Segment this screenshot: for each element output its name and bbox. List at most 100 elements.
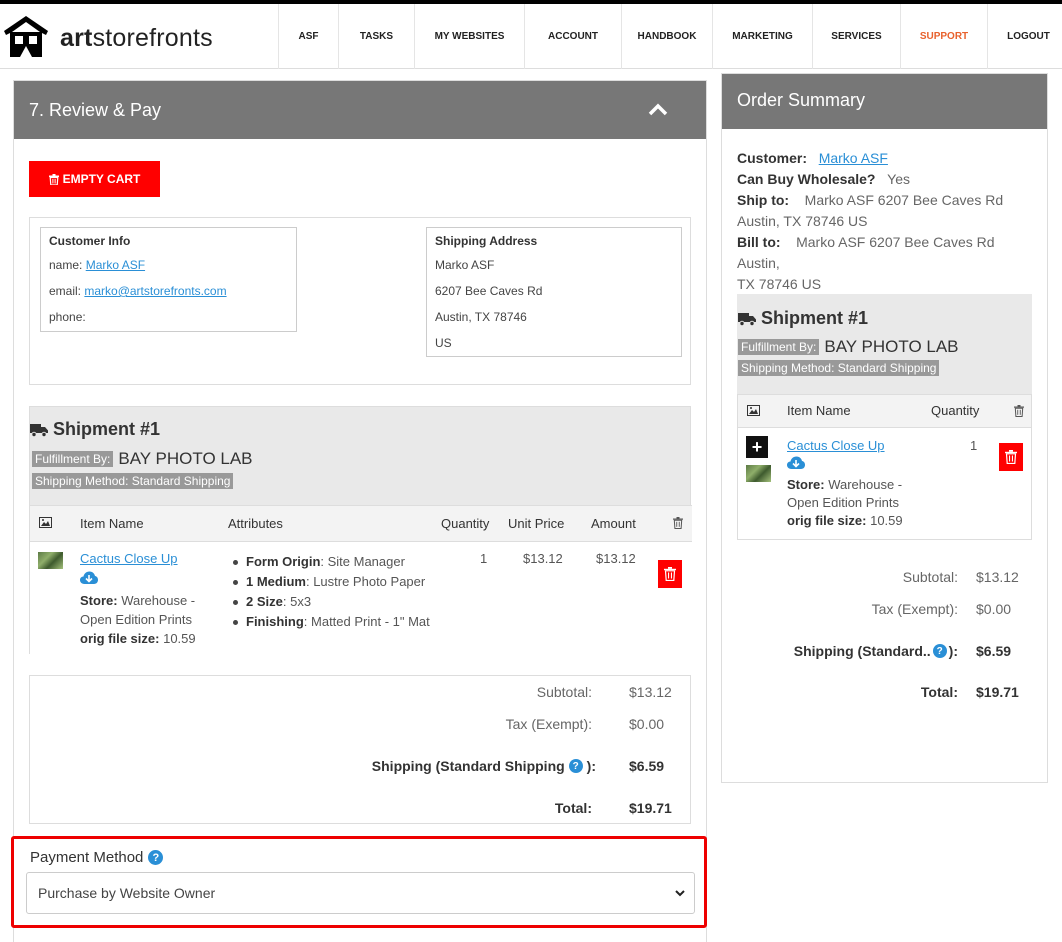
summary-items-table: Item Name Quantity + Cactus Close Up 1 S… [737,394,1032,540]
summary-shipment-section: Shipment #1 Fulfillment By: BAY PHOTO LA… [737,294,1032,540]
attribute-value: : Lustre Photo Paper [305,574,426,589]
fulfillment-badge: Fulfillment By: [32,451,114,467]
brand-logo[interactable]: artstorefronts [0,10,220,65]
help-icon[interactable]: ? [932,644,947,658]
chevron-down-icon [675,890,685,897]
store-name: Warehouse - [121,593,196,608]
nav-item-asf[interactable]: ASF [278,4,338,69]
summary-tax-label: Tax (Exempt): [871,601,958,617]
trash-icon [673,517,683,529]
summary-store-name-cont: Open Edition Prints [787,495,900,510]
summary-items-table-header: Item Name Quantity [738,395,1031,428]
product-details: Store: Warehouse - Open Edition Prints o… [80,591,196,648]
column-unit-price: Unit Price [508,516,565,531]
download-cloud-icon[interactable] [80,571,98,585]
product-name-link[interactable]: Cactus Close Up [80,551,178,566]
file-size-line: orig file size: 10.59 [80,629,196,648]
attribute-key: Finishing [246,614,304,629]
shipping-address-line: 6207 Bee Caves Rd [435,284,543,298]
summary-fulfillment-row: Fulfillment By: BAY PHOTO LAB [738,337,959,357]
truck-icon [738,312,756,326]
shipping-method-row: Shipping Method: Standard Shipping [32,473,234,489]
shipping-value: $6.59 [629,758,665,774]
attribute-item: Form Origin: Site Manager [230,552,430,572]
summary-ship-to-value: Marko ASF 6207 Bee Caves Rd [804,192,1004,208]
summary-tax-value: $0.00 [976,601,1012,617]
file-size-label: orig file size: [80,631,160,646]
truck-icon [30,423,48,437]
shipping-address-line: Marko ASF [435,258,495,272]
item-quantity: 1 [480,551,488,566]
items-table: Item Name Attributes Quantity Unit Price… [30,505,692,655]
customer-email-link[interactable]: marko@artstorefronts.com [84,284,226,298]
customer-name-label: name: [49,258,83,272]
customer-email-label: email: [49,284,82,298]
order-summary-title: Order Summary [722,74,1047,129]
help-icon[interactable]: ? [148,850,164,865]
product-thumbnail[interactable] [38,552,63,569]
trash-icon [48,173,59,185]
shipment-section: Shipment #1 Fulfillment By: BAY PHOTO LA… [29,406,692,655]
summary-remove-item-button[interactable] [999,443,1023,471]
plus-icon[interactable]: + [746,436,768,458]
payment-method-selected: Purchase by Website Owner [38,885,216,901]
summary-bill-to-line: Bill to: Marko ASF 6207 Bee Caves Rd Aus… [737,232,1037,274]
empty-cart-button[interactable]: EMPTY CART [29,161,160,197]
summary-column-item-name: Item Name [787,403,851,418]
download-cloud-icon[interactable] [787,456,805,470]
shipping-address-box: Shipping Address Marko ASF 6207 Bee Cave… [426,227,682,357]
nav-item-logout[interactable]: LOGOUT [987,4,1062,69]
nav-item-handbook[interactable]: HANDBOOK [621,4,712,69]
summary-total-label: Total: [920,684,958,700]
summary-shipping-method-row: Shipping Method: Standard Shipping [738,360,940,376]
summary-fulfillment-badge: Fulfillment By: [738,339,820,355]
attribute-value: : Site Manager [320,554,405,569]
customer-name-link[interactable]: Marko ASF [86,258,145,272]
item-amount: $13.12 [596,551,636,566]
product-thumbnail[interactable] [746,465,771,482]
shipping-label: Shipping (Standard Shipping ? ): [372,758,596,774]
nav-menu: ASF TASKS MY WEBSITES ACCOUNT HANDBOOK MARKET… [278,4,1062,69]
nav-item-services[interactable]: SERVICES [812,4,900,69]
nav-item-account[interactable]: ACCOUNT [524,4,621,69]
summary-column-quantity: Quantity [931,403,980,418]
summary-product-name-link[interactable]: Cactus Close Up [787,438,885,453]
attribute-key: 1 Medium [246,574,306,589]
nav-item-support[interactable]: SUPPORT [900,4,987,69]
payment-method-label: Payment Method ? [30,849,164,866]
chevron-up-icon[interactable] [648,101,668,117]
table-row: Cactus Close Up Store: Warehouse - Open … [30,542,692,654]
item-unit-price: $13.12 [523,551,563,566]
nav-item-tasks[interactable]: TASKS [338,4,414,69]
shipment-heading: Shipment #1 [30,419,160,440]
table-row: + Cactus Close Up 1 Store: Warehouse - O… [738,428,1031,538]
payment-method-select[interactable]: Purchase by Website Owner [26,872,695,914]
summary-item-quantity: 1 [970,438,978,453]
help-icon[interactable]: ? [568,759,583,773]
column-attributes: Attributes [228,516,283,531]
empty-cart-label: EMPTY CART [62,172,141,186]
remove-item-button[interactable] [658,560,682,588]
attribute-item: 2 Size: 5x3 [230,592,430,612]
nav-item-my-websites[interactable]: MY WEBSITES [414,4,524,69]
subtotal-value: $13.12 [629,684,672,700]
shipping-address-title: Shipping Address [435,234,538,248]
summary-subtotal-label: Subtotal: [902,569,958,585]
summary-ship-to-value-cont: Austin, TX 78746 US [737,213,868,229]
summary-fulfillment-name: BAY PHOTO LAB [824,337,959,356]
summary-wholesale-label: Can Buy Wholesale? [737,171,876,187]
summary-shipping-value: $6.59 [976,643,1012,659]
store-name-cont: Open Edition Prints [80,612,193,627]
summary-customer-link[interactable]: Marko ASF [819,150,888,166]
tax-value: $0.00 [629,716,665,732]
attribute-value: : Matted Print - 1" Mat [303,614,430,629]
tax-label: Tax (Exempt): [505,716,592,732]
payment-method-label-text: Payment Method [30,849,144,866]
summary-store-line: Store: Warehouse - [787,476,903,494]
shipping-method-badge: Shipping Method: Standard Shipping [32,473,234,489]
summary-shipping-label: Shipping (Standard.. ? ): [794,643,958,659]
step-header[interactable]: 7. Review & Pay [14,81,706,139]
nav-item-marketing[interactable]: MARKETING [712,4,812,69]
summary-store-label: Store: [787,477,825,492]
top-navigation: artstorefronts ASF TASKS MY WEBSITES ACCOUN… [0,4,1062,69]
